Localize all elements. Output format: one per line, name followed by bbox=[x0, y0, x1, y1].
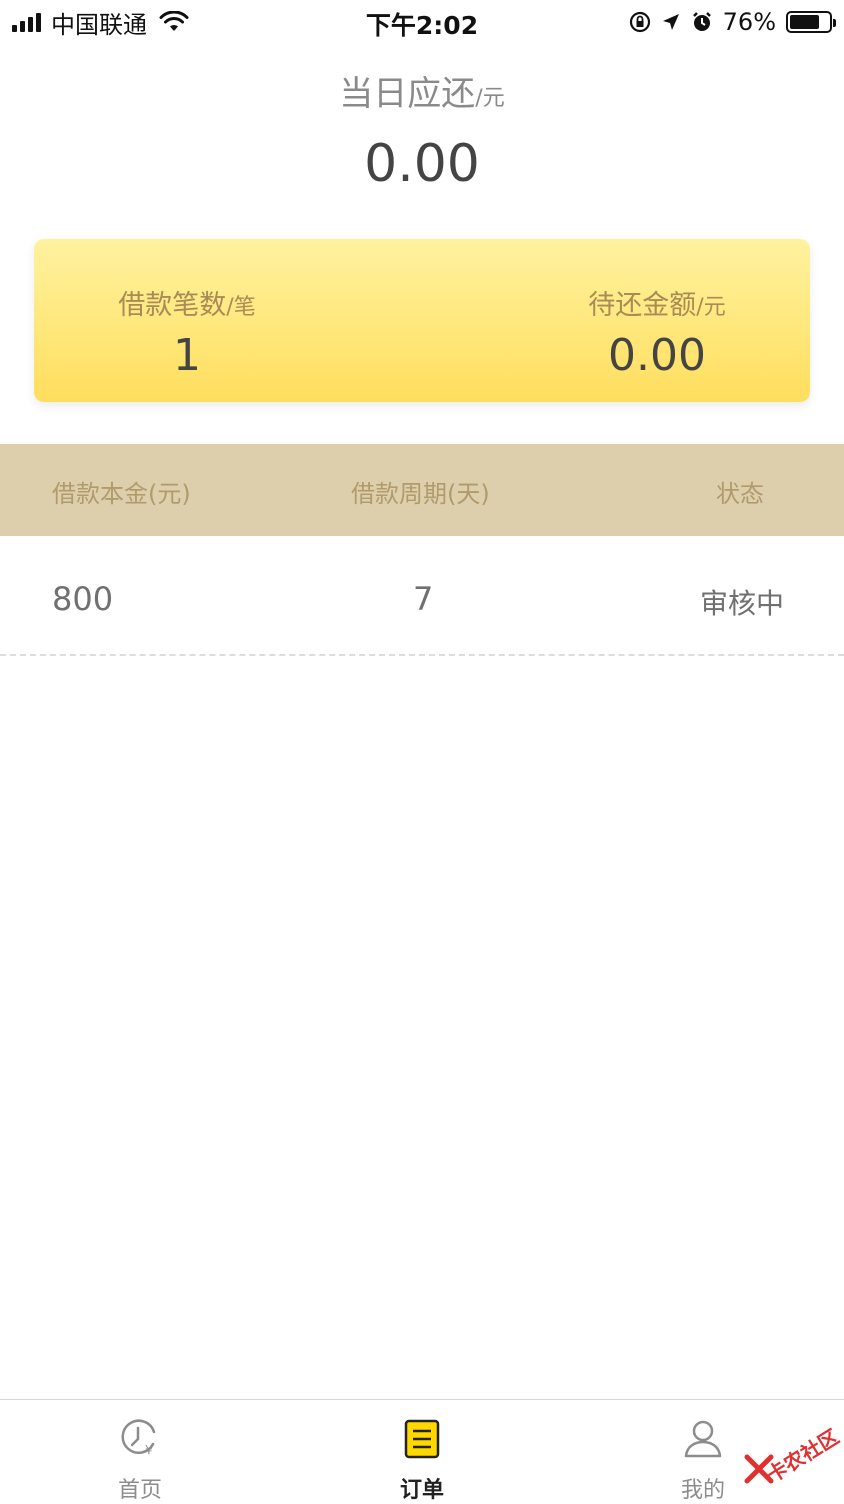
loan-count-label-row: 借款笔数/笔 bbox=[112, 283, 262, 322]
status-bar-right: 76% bbox=[629, 6, 836, 38]
svg-text:¥: ¥ bbox=[145, 1443, 153, 1457]
watermark-text: 卡农社区 bbox=[762, 1424, 844, 1488]
header-period: 借款周期(天) bbox=[351, 480, 490, 508]
clock-yen-icon: ¥ bbox=[121, 1419, 156, 1457]
rotation-lock-icon bbox=[629, 11, 650, 33]
loan-count-stat: 借款笔数/笔 1 bbox=[112, 283, 262, 381]
header-principal: 借款本金(元) bbox=[52, 480, 191, 508]
due-today-amount: 0.00 bbox=[364, 134, 480, 194]
table-row[interactable]: 800 7 审核中 bbox=[0, 536, 844, 656]
due-today-title: 当日应还/元 bbox=[0, 66, 844, 115]
battery-icon bbox=[786, 11, 836, 33]
tab-home[interactable]: ¥ 首页 bbox=[70, 1400, 210, 1503]
watermark: 卡农社区 bbox=[742, 1410, 844, 1490]
status-bar: 中国联通 下午2:02 76% bbox=[0, 0, 844, 44]
row-period: 7 bbox=[413, 580, 434, 618]
tab-orders[interactable]: 订单 bbox=[352, 1400, 492, 1503]
user-icon bbox=[684, 1420, 722, 1458]
row-status: 审核中 bbox=[700, 587, 785, 620]
loan-summary-card: 借款笔数/笔 1 待还金额/元 0.00 bbox=[34, 239, 810, 402]
loan-table-header: 借款本金(元) 借款周期(天) 状态 bbox=[0, 444, 844, 536]
loan-count-label: 借款笔数 bbox=[118, 290, 227, 321]
due-today-unit: /元 bbox=[475, 86, 505, 111]
order-list-icon bbox=[404, 1419, 440, 1459]
pending-amount-unit: /元 bbox=[696, 295, 726, 320]
tab-orders-label: 订单 bbox=[399, 1478, 444, 1503]
tab-home-label: 首页 bbox=[117, 1478, 162, 1503]
pending-amount-label-row: 待还金额/元 bbox=[582, 283, 732, 322]
due-today-label: 当日应还 bbox=[339, 74, 476, 114]
loan-count-value: 1 bbox=[173, 330, 201, 381]
battery-percent: 76% bbox=[722, 8, 776, 36]
header-status: 状态 bbox=[716, 480, 764, 508]
tab-bar: ¥ 首页 订单 我的 bbox=[0, 1399, 844, 1503]
pending-amount-label: 待还金额 bbox=[588, 290, 697, 321]
loan-count-unit: /笔 bbox=[226, 295, 256, 320]
pending-amount-value: 0.00 bbox=[608, 330, 706, 381]
row-principal: 800 bbox=[52, 580, 114, 618]
alarm-icon bbox=[692, 12, 711, 31]
pending-amount-stat: 待还金额/元 0.00 bbox=[582, 283, 732, 381]
location-arrow-icon bbox=[662, 14, 679, 30]
